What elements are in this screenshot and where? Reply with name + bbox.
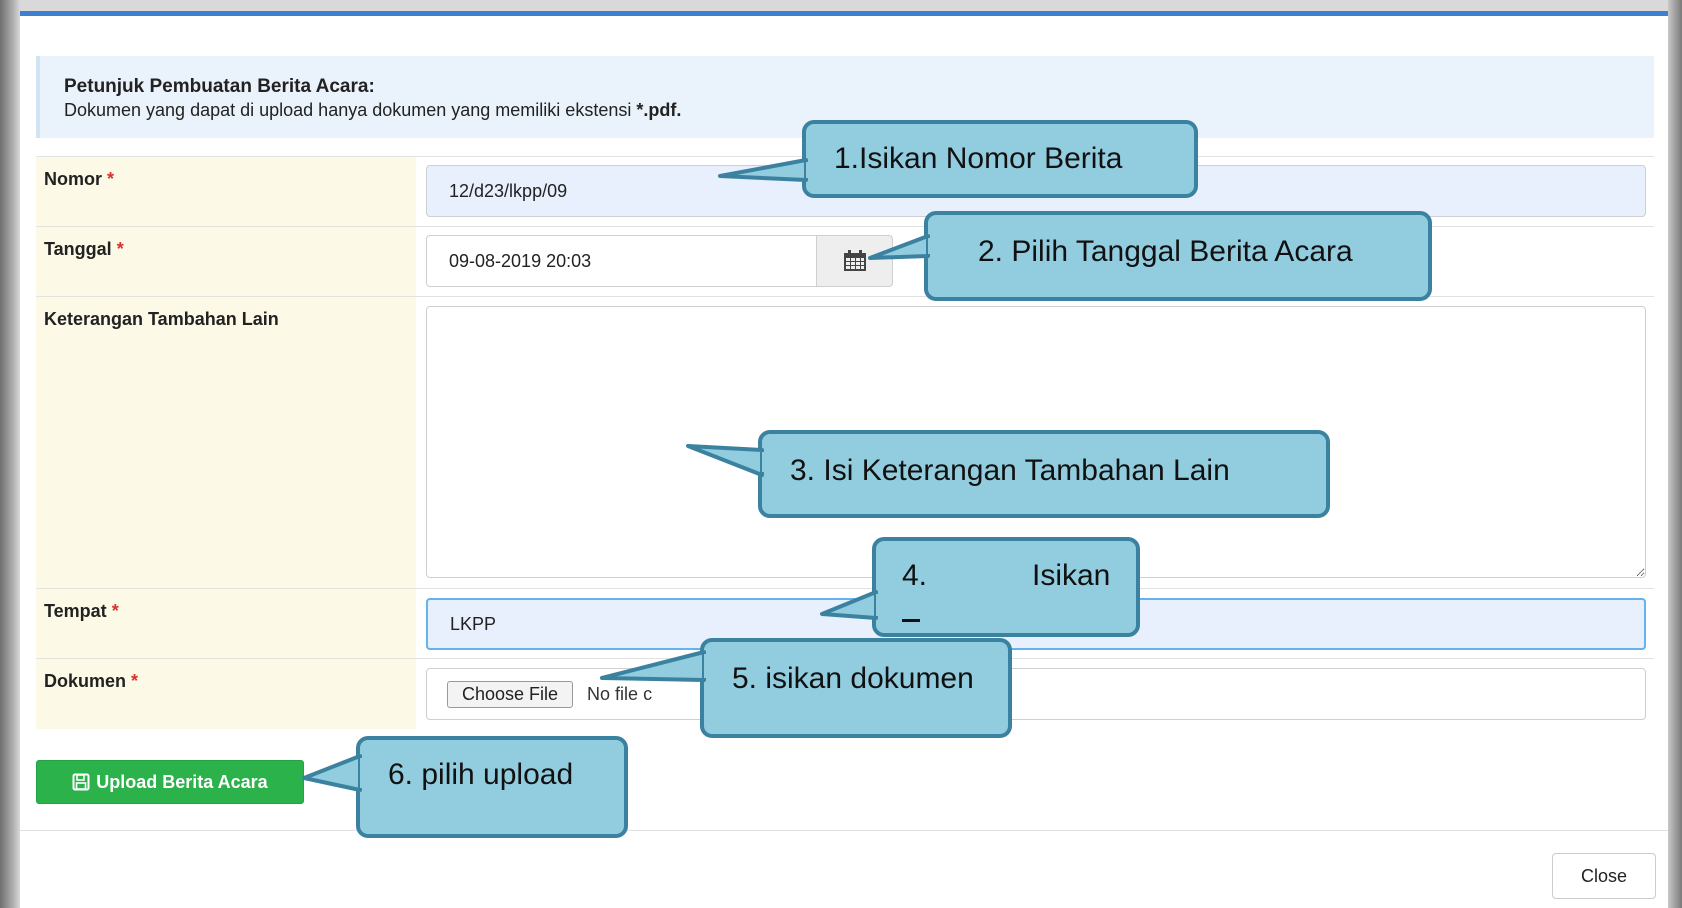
callout-6-tail	[302, 754, 362, 792]
callout-3-tail	[686, 444, 764, 477]
callout-tails	[302, 158, 938, 792]
callout-4-tail	[820, 590, 878, 620]
callout-2-tail	[868, 234, 930, 260]
callout-5-tail	[600, 650, 706, 682]
callout-1-tail	[718, 158, 808, 182]
